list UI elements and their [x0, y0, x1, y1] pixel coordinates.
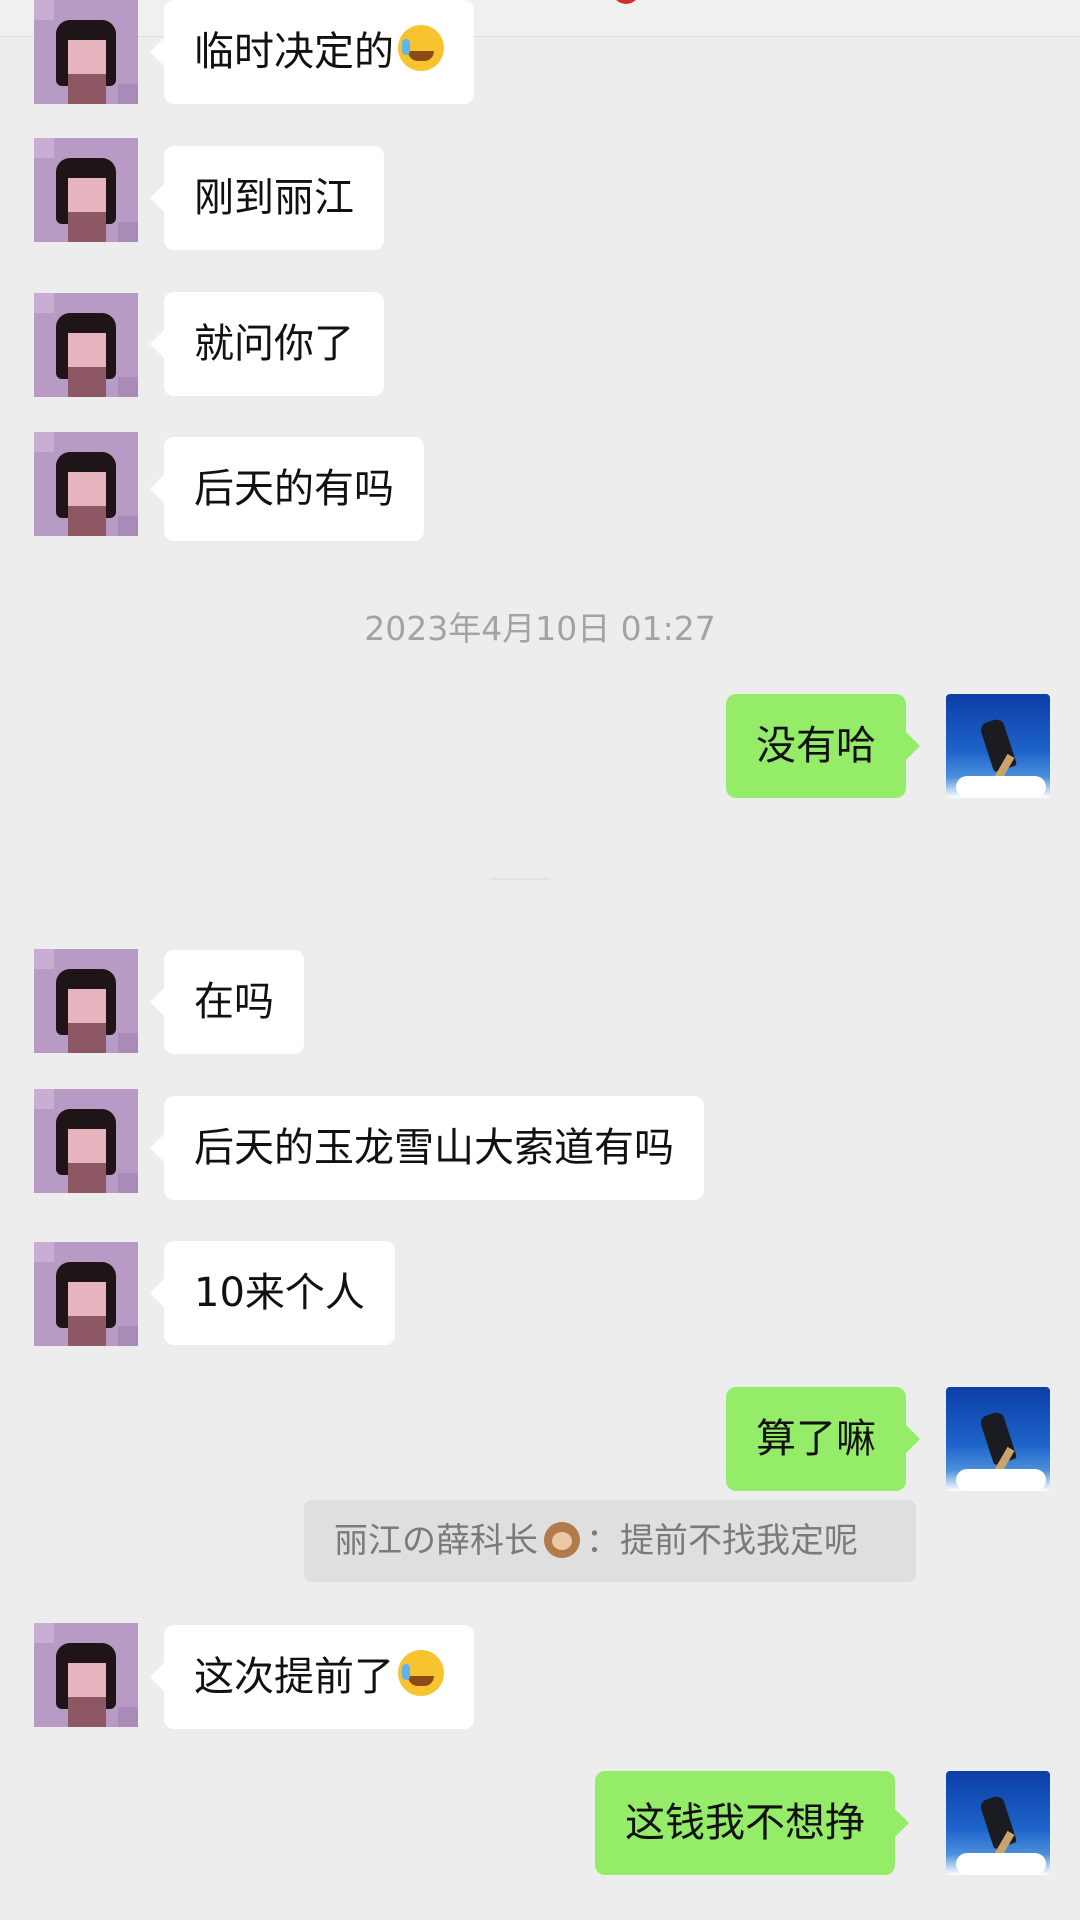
contact-avatar[interactable] [34, 1089, 138, 1193]
self-avatar[interactable] [946, 1771, 1050, 1875]
message-bubble-incoming[interactable]: 在吗 [150, 950, 304, 1054]
crying-laughing-emoji-icon [398, 1650, 444, 1696]
contact-avatar[interactable] [34, 0, 138, 104]
quoted-message[interactable]: 丽江の薛科长 ：提前不找我定呢 [304, 1500, 916, 1582]
message-bubble-incoming[interactable]: 刚到丽江 [150, 146, 384, 250]
message-bubble-incoming[interactable]: 就问你了 [150, 292, 384, 396]
notification-badge [612, 0, 640, 4]
contact-avatar[interactable] [34, 432, 138, 536]
contact-avatar[interactable] [34, 949, 138, 1053]
message-text: 临时决定的 [194, 29, 394, 75]
message-bubble-incoming[interactable]: 后天的有吗 [150, 437, 424, 541]
message-text: 在吗 [194, 979, 274, 1025]
message-bubble-incoming[interactable]: 10来个人 [150, 1241, 395, 1345]
message-text: 后天的玉龙雪山大索道有吗 [194, 1125, 674, 1171]
self-avatar[interactable] [946, 1387, 1050, 1491]
quote-text: 提前不找我定呢 [620, 1521, 858, 1561]
message-bubble-outgoing[interactable]: 没有哈 [726, 694, 920, 798]
self-avatar[interactable] [946, 694, 1050, 798]
message-text: 没有哈 [756, 723, 876, 769]
contact-avatar[interactable] [34, 1242, 138, 1346]
crying-laughing-emoji-icon [398, 25, 444, 71]
contact-avatar[interactable] [34, 1623, 138, 1727]
message-bubble-incoming[interactable]: 这次提前了 [150, 1625, 474, 1729]
contact-avatar[interactable] [34, 293, 138, 397]
message-bubble-outgoing[interactable]: 这钱我不想挣 [595, 1771, 909, 1875]
monkey-emoji-icon [544, 1522, 580, 1558]
chat-timestamp: 2023年4月10日 01:27 [364, 609, 716, 648]
message-bubble-outgoing[interactable]: 算了嘛 [726, 1387, 920, 1491]
contact-avatar[interactable] [34, 138, 138, 242]
message-text: 这次提前了 [194, 1654, 394, 1700]
message-text: 这钱我不想挣 [625, 1800, 865, 1846]
message-text: 后天的有吗 [194, 466, 394, 512]
message-bubble-incoming[interactable]: 临时决定的 [150, 0, 474, 104]
message-bubble-incoming[interactable]: 后天的玉龙雪山大索道有吗 [150, 1096, 704, 1200]
divider [490, 878, 550, 880]
quote-separator: ： [586, 1521, 620, 1561]
message-text: 10来个人 [194, 1270, 365, 1316]
message-text: 算了嘛 [756, 1416, 876, 1462]
top-bar [0, 0, 1080, 37]
quote-sender: 丽江の薛科长 [334, 1521, 538, 1561]
message-text: 就问你了 [194, 321, 354, 367]
message-text: 刚到丽江 [194, 175, 354, 221]
